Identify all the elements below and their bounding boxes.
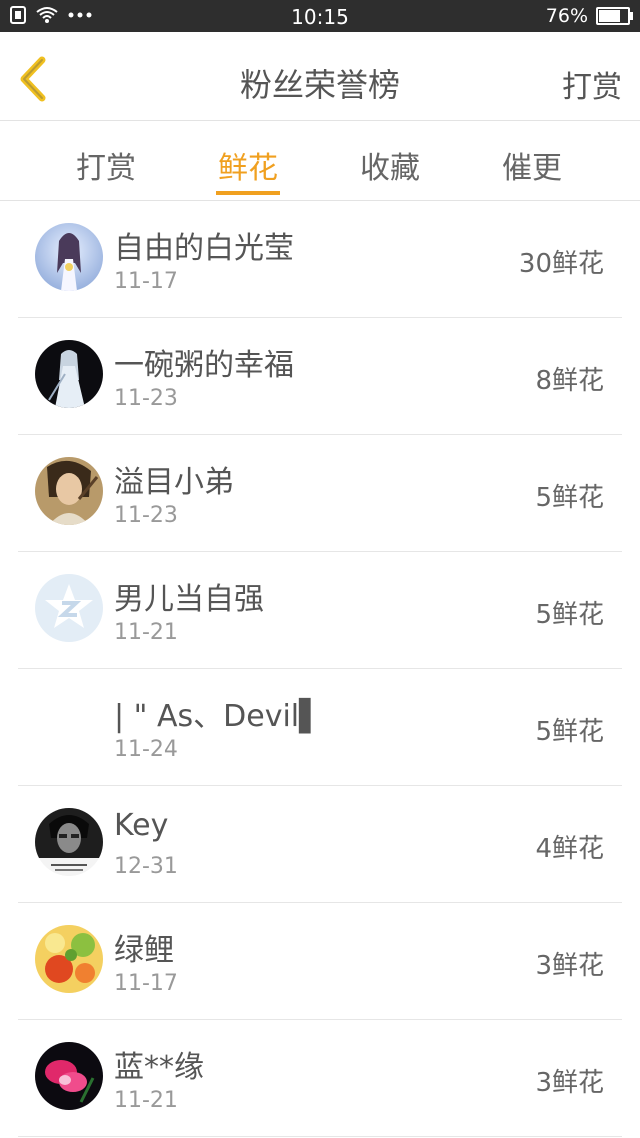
avatar bbox=[35, 223, 103, 291]
user-name: 溢目小弟 bbox=[114, 465, 234, 500]
status-time: 10:15 bbox=[291, 5, 349, 29]
user-date: 11-21 bbox=[114, 620, 178, 645]
portrait-avatar-icon bbox=[35, 457, 103, 525]
avatar bbox=[35, 808, 103, 876]
flower-count: 8鲜花 bbox=[535, 366, 604, 396]
bw-portrait-avatar-icon bbox=[35, 808, 103, 876]
flower-count: 3鲜花 bbox=[535, 1068, 604, 1098]
avatar bbox=[35, 457, 103, 525]
avatar bbox=[35, 340, 103, 408]
battery-icon bbox=[596, 7, 633, 25]
tab-bar: 打赏 鲜花 收藏 催更 bbox=[0, 121, 640, 201]
flower-count: 4鲜花 bbox=[535, 834, 604, 864]
tab-reward[interactable]: 打赏 bbox=[76, 143, 136, 187]
user-name: 一碗粥的幸福 bbox=[114, 348, 294, 383]
avatar bbox=[35, 574, 103, 642]
user-name: Key bbox=[114, 808, 169, 843]
flower-count: 3鲜花 bbox=[535, 951, 604, 981]
tab-favorites[interactable]: 收藏 bbox=[360, 143, 420, 187]
white-robe-figure-avatar-icon bbox=[35, 340, 103, 408]
reward-button[interactable]: 打赏 bbox=[562, 62, 622, 106]
tab-label: 鲜花 bbox=[218, 151, 278, 186]
tab-flowers[interactable]: 鲜花 bbox=[216, 143, 280, 195]
avatar bbox=[35, 1042, 103, 1110]
page-title: 粉丝荣誉榜 bbox=[239, 66, 400, 104]
flower-count: 5鲜花 bbox=[535, 483, 604, 513]
pink-flower-avatar-icon bbox=[35, 1042, 103, 1110]
user-date: 11-17 bbox=[114, 269, 178, 294]
list-item[interactable]: | " As、Devil▌ 11-24 5鲜花 bbox=[18, 669, 622, 786]
list-item[interactable]: 男儿当自强 11-21 5鲜花 bbox=[18, 552, 622, 669]
user-name: 自由的白光莹 bbox=[114, 231, 294, 266]
status-bar: 10:15 76% bbox=[0, 0, 640, 32]
tab-label: 打赏 bbox=[76, 151, 136, 186]
list-item[interactable]: 溢目小弟 11-23 5鲜花 bbox=[18, 435, 622, 552]
avatar bbox=[35, 691, 103, 759]
flower-count: 5鲜花 bbox=[535, 717, 604, 747]
flower-count: 5鲜花 bbox=[535, 600, 604, 630]
list-item[interactable]: 自由的白光莹 11-17 30鲜花 bbox=[18, 201, 622, 318]
fan-ranking-list: 自由的白光莹 11-17 30鲜花 一碗粥的幸福 11-23 8鲜花 溢目小弟 … bbox=[0, 201, 640, 1137]
flower-painting-avatar-icon bbox=[35, 925, 103, 993]
user-name: 绿鲤 bbox=[114, 933, 174, 968]
user-date: 12-31 bbox=[114, 854, 178, 879]
list-item[interactable]: 蓝**缘 11-21 3鲜花 bbox=[18, 1020, 622, 1137]
user-date: 11-21 bbox=[114, 1088, 178, 1113]
avatar bbox=[35, 925, 103, 993]
header: 粉丝荣誉榜 打赏 bbox=[0, 32, 640, 121]
list-item[interactable]: 一碗粥的幸福 11-23 8鲜花 bbox=[18, 318, 622, 435]
tab-active-indicator bbox=[216, 191, 280, 195]
status-icons-right: 76% bbox=[545, 5, 633, 27]
list-item[interactable]: 绿鲤 11-17 3鲜花 bbox=[18, 903, 622, 1020]
user-name: 蓝**缘 bbox=[114, 1050, 204, 1085]
list-item[interactable]: Key 12-31 4鲜花 bbox=[18, 786, 622, 903]
user-date: 11-23 bbox=[114, 503, 178, 528]
female-figure-avatar-icon bbox=[35, 223, 103, 291]
user-name: | " As、Devil▌ bbox=[114, 699, 323, 734]
tab-urge-update[interactable]: 催更 bbox=[502, 143, 562, 187]
tab-label: 收藏 bbox=[360, 151, 420, 186]
user-name: 男儿当自强 bbox=[114, 582, 264, 617]
tab-label: 催更 bbox=[502, 151, 562, 186]
flower-count: 30鲜花 bbox=[518, 249, 604, 279]
battery-percent: 76% bbox=[545, 5, 588, 27]
default-qzone-avatar-icon bbox=[35, 574, 103, 642]
battery-fill bbox=[599, 10, 621, 22]
user-date: 11-24 bbox=[114, 737, 178, 762]
user-date: 11-17 bbox=[114, 971, 178, 996]
user-date: 11-23 bbox=[114, 386, 178, 411]
